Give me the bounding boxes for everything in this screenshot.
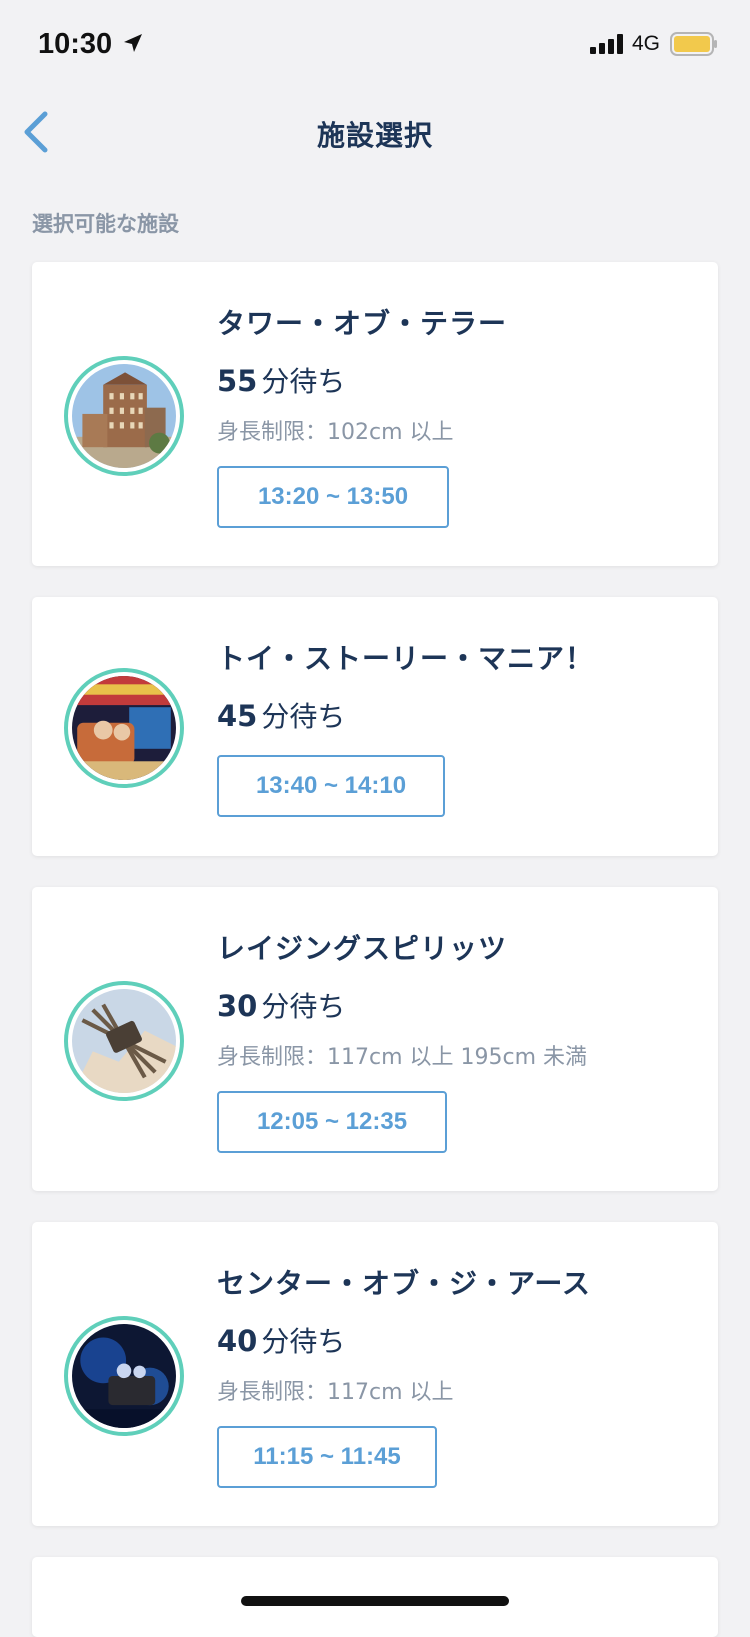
wait-unit: 分待ち: [261, 990, 346, 1023]
section-heading: 選択可能な施設: [32, 212, 179, 236]
facility-name: センター・オブ・ジ・アース: [217, 1267, 591, 1300]
wait-time: 55 分待ち: [217, 360, 345, 400]
battery-icon: [670, 32, 717, 56]
facility-name: トイ・ストーリー・マニア！: [217, 642, 595, 675]
wait-time: 30 分待ち: [217, 985, 345, 1025]
network-type: 4G: [632, 32, 661, 55]
facility-card[interactable]: タワー・オブ・テラー 55 分待ち 身長制限：102cm 以上 13:20 ~ 1…: [32, 262, 718, 566]
wait-unit: 分待ち: [261, 700, 346, 733]
status-bar: 10:30 4G: [0, 0, 750, 90]
location-arrow-icon: [124, 34, 142, 52]
hotel-tower-image: [72, 364, 176, 468]
wait-time: 40 分待ち: [217, 1320, 345, 1360]
facility-thumbnail: [64, 356, 184, 476]
height-restriction: 身長制限：117cm 以上 195cm 未満: [217, 1045, 588, 1070]
facility-thumbnail: [64, 668, 184, 788]
wait-time: 45 分待ち: [217, 695, 345, 735]
facility-thumbnail: [64, 1316, 184, 1436]
time-slot-button[interactable]: 13:20 ~ 13:50: [217, 466, 449, 528]
coaster-image: [72, 989, 176, 1093]
facility-name: タワー・オブ・テラー: [217, 307, 508, 340]
cellular-signal-icon: [590, 34, 623, 54]
navigation-bar: 施設選択: [0, 90, 750, 176]
wait-minutes: 30: [217, 989, 258, 1023]
wait-minutes: 45: [217, 699, 258, 733]
facility-card[interactable]: トイ・ストーリー・マニア！ 45 分待ち 13:40 ~ 14:10: [32, 597, 718, 856]
facility-name: レイジングスピリッツ: [217, 932, 508, 965]
time-slot-button[interactable]: 11:15 ~ 11:45: [217, 1426, 437, 1488]
facility-thumbnail: [64, 981, 184, 1101]
status-time: 10:30: [38, 28, 113, 60]
cave-vehicle-image: [72, 1324, 176, 1428]
home-indicator[interactable]: [241, 1596, 509, 1606]
wait-minutes: 55: [217, 364, 258, 398]
wait-minutes: 40: [217, 1324, 258, 1358]
height-restriction: 身長制限：117cm 以上: [217, 1380, 454, 1405]
time-slot-button[interactable]: 13:40 ~ 14:10: [217, 755, 445, 817]
ride-vehicle-image: [72, 676, 176, 780]
height-restriction: 身長制限：102cm 以上: [217, 420, 454, 445]
wait-unit: 分待ち: [261, 365, 346, 398]
time-slot-button[interactable]: 12:05 ~ 12:35: [217, 1091, 447, 1153]
facility-card[interactable]: レイジングスピリッツ 30 分待ち 身長制限：117cm 以上 195cm 未満 …: [32, 887, 718, 1191]
facility-card[interactable]: センター・オブ・ジ・アース 40 分待ち 身長制限：117cm 以上 11:15 …: [32, 1222, 718, 1526]
page-title: 施設選択: [316, 119, 433, 152]
wait-unit: 分待ち: [261, 1325, 346, 1358]
